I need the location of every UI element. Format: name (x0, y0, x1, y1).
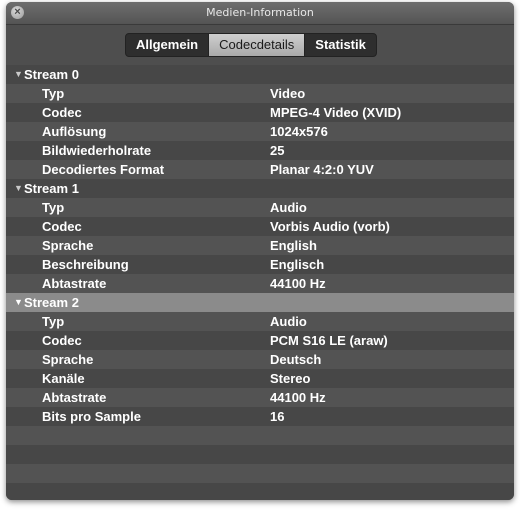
property-key: Bildwiederholrate (42, 143, 152, 158)
disclosure-triangle-down-icon[interactable]: ▼ (14, 65, 23, 84)
stream-header-0[interactable]: ▼ Stream 0 (6, 65, 514, 84)
property-key: Decodiertes Format (42, 162, 165, 177)
property-value: 16 (270, 409, 285, 424)
property-value: PCM S16 LE (araw) (270, 333, 388, 348)
tab-codecdetails[interactable]: Codecdetails (209, 34, 306, 56)
property-value: 25 (270, 143, 285, 158)
property-key: Codec (42, 219, 82, 234)
empty-row (6, 464, 514, 483)
property-key: Bits pro Sample (42, 409, 141, 424)
property-row: Bits pro Sample 16 (6, 407, 514, 426)
property-key: Kanäle (42, 371, 85, 386)
stream-label: Stream 1 (24, 181, 79, 196)
stream-header-2[interactable]: ▼ Stream 2 (6, 293, 514, 312)
segmented-control: Allgemein Codecdetails Statistik (125, 33, 377, 57)
property-value: Audio (270, 314, 307, 329)
property-value: Audio (270, 200, 307, 215)
property-value: English (270, 238, 317, 253)
property-row: Typ Audio (6, 198, 514, 217)
property-row: Abtastrate 44100 Hz (6, 388, 514, 407)
property-key: Codec (42, 333, 82, 348)
property-value: Planar 4:2:0 YUV (270, 162, 374, 177)
property-key: Sprache (42, 352, 94, 367)
property-row: Sprache Deutsch (6, 350, 514, 369)
property-row: Codec Vorbis Audio (vorb) (6, 217, 514, 236)
property-value: Video (270, 86, 306, 101)
property-row: Codec PCM S16 LE (araw) (6, 331, 514, 350)
property-key: Beschreibung (42, 257, 129, 272)
property-row: Typ Audio (6, 312, 514, 331)
property-row: Auflösung 1024x576 (6, 122, 514, 141)
property-key: Sprache (42, 238, 94, 253)
property-value: 1024x576 (270, 124, 328, 139)
property-value: Vorbis Audio (vorb) (270, 219, 390, 234)
property-row: Sprache English (6, 236, 514, 255)
property-row: Typ Video (6, 84, 514, 103)
empty-row (6, 483, 514, 500)
tab-bar: Allgemein Codecdetails Statistik (6, 25, 514, 65)
property-value: Deutsch (270, 352, 322, 367)
window-title: Medien-Information (206, 6, 314, 19)
property-key: Abtastrate (42, 390, 107, 405)
media-info-window: × Medien-Information Allgemein Codecdetai… (6, 2, 514, 500)
tab-statistik[interactable]: Statistik (305, 34, 376, 56)
disclosure-triangle-down-icon[interactable]: ▼ (14, 179, 23, 198)
tab-allgemein[interactable]: Allgemein (126, 34, 210, 56)
property-value: Englisch (270, 257, 325, 272)
property-value: Stereo (270, 371, 311, 386)
property-row: Kanäle Stereo (6, 369, 514, 388)
property-key: Abtastrate (42, 276, 107, 291)
stream-label: Stream 2 (24, 295, 79, 310)
property-row: Codec MPEG-4 Video (XVID) (6, 103, 514, 122)
property-value: 44100 Hz (270, 276, 326, 291)
property-key: Auflösung (42, 124, 107, 139)
property-key: Typ (42, 86, 65, 101)
property-value: MPEG-4 Video (XVID) (270, 105, 402, 120)
stream-header-1[interactable]: ▼ Stream 1 (6, 179, 514, 198)
title-bar: × Medien-Information (6, 2, 514, 25)
property-key: Codec (42, 105, 82, 120)
property-row: Decodiertes Format Planar 4:2:0 YUV (6, 160, 514, 179)
disclosure-triangle-down-icon[interactable]: ▼ (14, 293, 23, 312)
codec-details-list: ▼ Stream 0 Typ Video Codec MPEG-4 Video (XVID… (6, 65, 514, 500)
property-key: Typ (42, 314, 65, 329)
stream-label: Stream 0 (24, 67, 79, 82)
property-value: 44100 Hz (270, 390, 326, 405)
property-row: Beschreibung Englisch (6, 255, 514, 274)
property-row: Abtastrate 44100 Hz (6, 274, 514, 293)
empty-row (6, 445, 514, 464)
property-row: Bildwiederholrate 25 (6, 141, 514, 160)
property-key: Typ (42, 200, 65, 215)
empty-row (6, 426, 514, 445)
